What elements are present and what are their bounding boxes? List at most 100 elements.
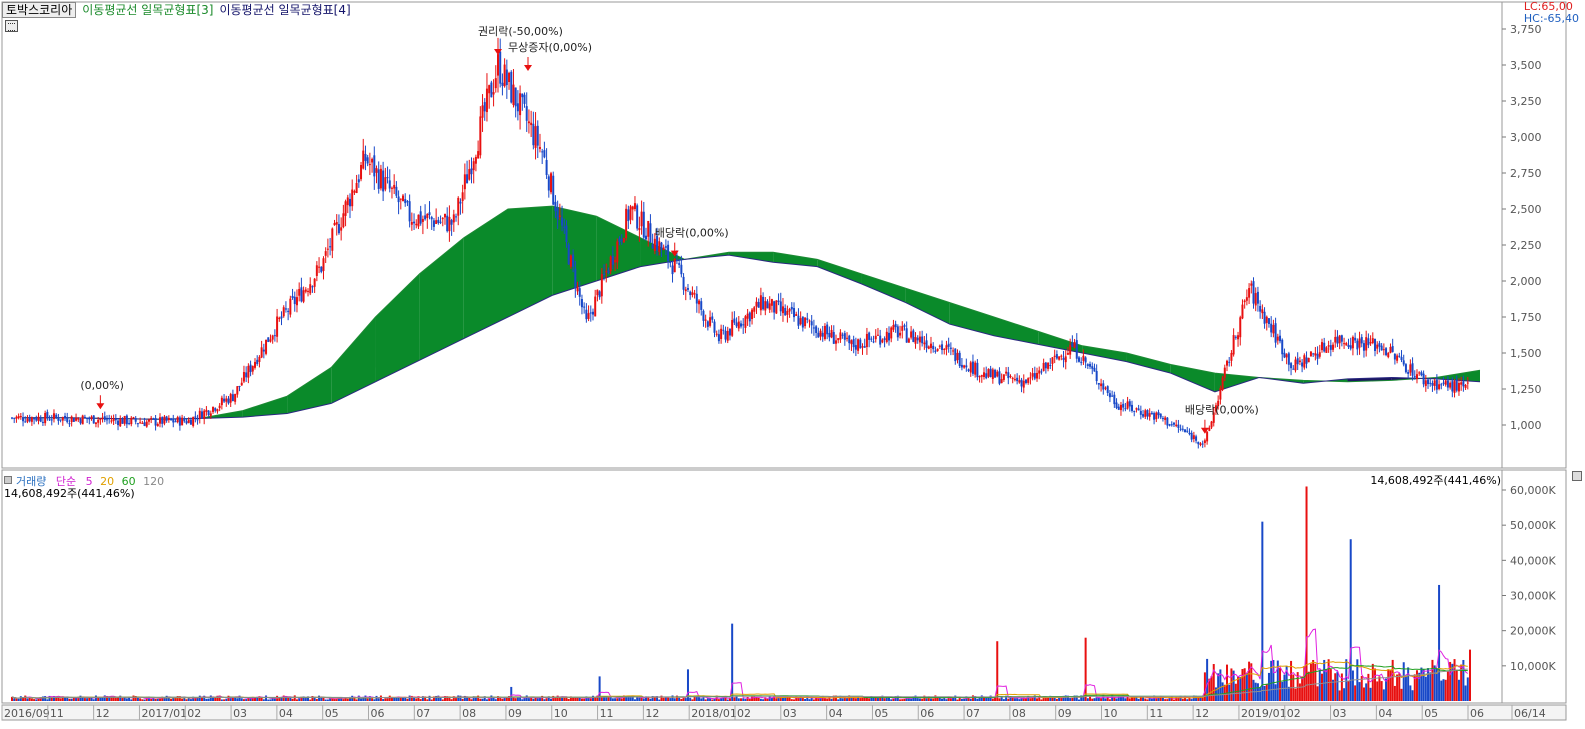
volume-bar: [510, 686, 513, 701]
volume-bar: [702, 697, 705, 701]
volume-bar: [658, 699, 661, 701]
volume-bar: [1409, 685, 1412, 701]
price-candles[interactable]: [11, 37, 1469, 449]
candle-body: [1327, 345, 1330, 347]
candle-body: [44, 412, 47, 424]
candle-body: [647, 220, 650, 237]
candle-body: [587, 313, 590, 319]
volume-bar: [59, 698, 62, 701]
volume-bar: [1144, 698, 1147, 701]
candle-body: [1016, 377, 1019, 382]
candle-body: [375, 168, 378, 173]
volume-bar: [139, 698, 142, 701]
volume-tick-label: 40,000K: [1510, 554, 1556, 567]
candle-body: [1042, 362, 1045, 371]
candle-body: [302, 290, 305, 302]
annotation-label: 배당락(0,00%): [1185, 404, 1259, 417]
volume-bar: [527, 698, 530, 701]
candle-body: [17, 416, 20, 419]
volume-bar: [1259, 686, 1262, 701]
candle-body: [918, 336, 921, 343]
candle-body: [936, 348, 939, 351]
candle-body: [278, 317, 281, 320]
volume-bar: [1029, 698, 1032, 701]
candle-body: [105, 419, 108, 421]
price-tick-label: 1,250: [1510, 383, 1542, 396]
candle-body: [298, 288, 301, 296]
volume-bar: [170, 698, 173, 701]
candle-body: [439, 221, 442, 223]
calculator-icon[interactable]: [5, 20, 18, 32]
candle-body: [216, 409, 219, 412]
candle-body: [1455, 379, 1458, 391]
candle-body: [843, 333, 846, 340]
candle-body: [521, 93, 524, 98]
candle-body: [770, 299, 773, 306]
volume-bar: [384, 698, 387, 701]
candle-body: [764, 301, 767, 311]
candle-body: [311, 286, 314, 288]
candle-body: [238, 385, 241, 387]
volume-bar: [762, 699, 765, 701]
volume-bar: [1349, 539, 1352, 701]
volume-bar: [706, 698, 709, 701]
volume-bar: [468, 697, 471, 701]
candle-body: [1055, 354, 1058, 359]
candle-body: [265, 339, 268, 354]
volume-bar: [521, 699, 524, 701]
candle-body: [963, 365, 966, 368]
close-icon[interactable]: [1572, 471, 1582, 481]
date-tick-label: 03: [1333, 707, 1347, 720]
candle-body: [1340, 335, 1343, 342]
volume-bar: [1334, 673, 1337, 701]
volume-bar: [225, 698, 228, 701]
volume-bar: [1351, 670, 1354, 701]
candle-body: [273, 335, 276, 337]
stock-name[interactable]: 토박스코리아: [2, 1, 77, 18]
candle-body: [1104, 387, 1107, 389]
candle-body: [240, 382, 243, 386]
candle-body: [212, 406, 215, 412]
candle-body: [287, 310, 290, 312]
date-tick-label: 07: [966, 707, 980, 720]
candle-body: [1449, 382, 1452, 388]
stock-chart[interactable]: 1,000 1,250 1,500 1,750 2,000 2,250 2,500 2,750…: [0, 0, 1585, 729]
candle-body: [709, 317, 712, 326]
candle-body: [956, 352, 959, 361]
candle-body: [1181, 428, 1184, 430]
candle-body: [1128, 401, 1131, 407]
collapse-icon[interactable]: [4, 476, 12, 484]
volume-bar: [209, 695, 212, 701]
volume-bar: [1367, 673, 1370, 701]
candle-body: [150, 417, 153, 419]
ichimoku-label-4[interactable]: 이동평균선 일목균형표[4]: [219, 1, 350, 18]
candle-body: [1374, 338, 1377, 351]
candle-body: [1464, 384, 1467, 388]
date-tick-label: 2017/01: [141, 707, 187, 720]
candle-body: [958, 352, 961, 367]
candle-body: [200, 411, 203, 419]
volume-bar: [1374, 668, 1377, 701]
candle-body: [715, 333, 718, 335]
volume-bar: [1305, 486, 1308, 701]
candle-body: [1111, 395, 1114, 397]
candle-body: [28, 417, 31, 422]
volume-bar: [1217, 673, 1220, 701]
candle-body: [207, 410, 210, 416]
candle-body: [335, 221, 338, 225]
candle-body: [1265, 316, 1268, 323]
candle-body: [538, 147, 541, 149]
span-a-line: [22, 205, 1481, 420]
ichimoku-label-3[interactable]: 이동평균선 일목균형표[3]: [82, 1, 213, 18]
volume-bars[interactable]: [11, 486, 1471, 701]
volume-bar: [837, 699, 840, 701]
candle-body: [229, 394, 232, 403]
volume-bar: [932, 698, 935, 701]
candle-body: [1135, 408, 1138, 410]
candle-body: [1007, 372, 1010, 379]
candle-body: [1073, 342, 1076, 348]
candle-body: [684, 289, 687, 292]
candle-body: [1119, 404, 1122, 411]
candle-body: [145, 421, 148, 427]
volume-bar: [733, 697, 736, 701]
